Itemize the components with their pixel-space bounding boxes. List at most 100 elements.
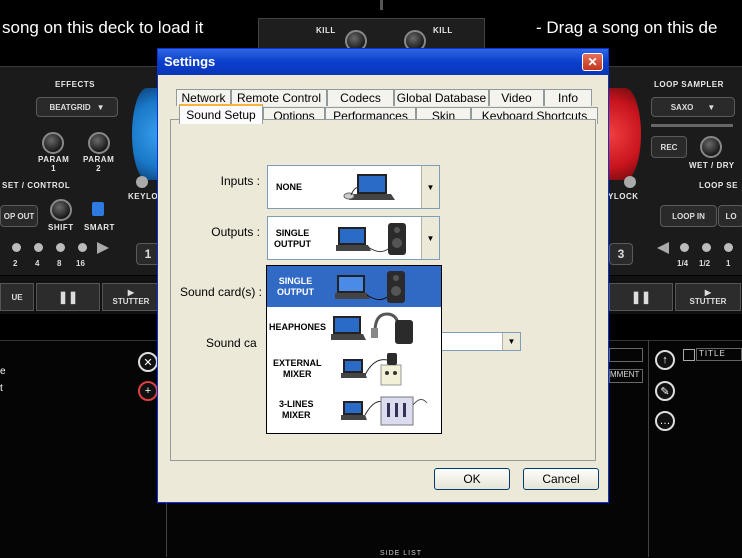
- smart-label: SMART: [84, 223, 115, 232]
- effect-select-value: BEATGRID: [49, 102, 91, 112]
- laptop-speaker-icon: [333, 221, 408, 257]
- tree-item[interactable]: t: [0, 383, 3, 394]
- loop-dot[interactable]: [12, 243, 21, 252]
- inputs-label: Inputs :: [220, 174, 260, 188]
- param1-label: PARAM 1: [38, 155, 70, 173]
- keylock-left-label: KEYLO: [128, 192, 159, 201]
- divider: [380, 0, 383, 10]
- kill-right-label: KILL: [433, 26, 453, 35]
- loop-num: 4: [35, 259, 40, 268]
- chevron-down-icon[interactable]: ▼: [421, 166, 439, 208]
- shift-knob-icon[interactable]: [50, 199, 72, 221]
- option-label: SINGLE OUTPUT: [277, 276, 314, 297]
- pause-button[interactable]: ❚❚: [36, 283, 100, 311]
- comment-column-header[interactable]: MMENT: [609, 369, 643, 383]
- loop-dot[interactable]: [56, 243, 65, 252]
- tab-sound-setup[interactable]: Sound Setup: [179, 104, 263, 124]
- play-icon: ▶: [127, 288, 135, 297]
- param2-label: PARAM 2: [83, 155, 115, 173]
- chevron-down-icon[interactable]: ▼: [421, 217, 439, 259]
- tab-global-database[interactable]: Global Database: [394, 89, 489, 106]
- option-label: EXTERNAL MIXER: [273, 358, 322, 379]
- ok-button[interactable]: OK: [434, 468, 510, 490]
- up-arrow-icon[interactable]: ↑: [655, 350, 675, 370]
- sampler-slider[interactable]: [651, 124, 733, 127]
- outputs-value: SINGLE OUTPUT: [274, 228, 311, 249]
- loop-dot[interactable]: [34, 243, 43, 252]
- keylock-dot-icon[interactable]: [136, 176, 148, 188]
- keylock-dot-icon[interactable]: [624, 176, 636, 188]
- pause-button-right[interactable]: ❚❚: [609, 283, 673, 311]
- loop-num: 16: [76, 259, 85, 268]
- param1-knob-icon[interactable]: [42, 132, 64, 154]
- tab-info[interactable]: Info: [544, 89, 592, 106]
- sampler-select-value: SAXO: [670, 102, 694, 112]
- title-column-header[interactable]: TITLE: [696, 348, 742, 361]
- close-icon: ✕: [587, 55, 598, 69]
- loop-num: 1/4: [677, 259, 689, 268]
- add-icon[interactable]: +: [138, 381, 158, 401]
- settings-dialog: Settings ✕ Network Remote Control Codecs…: [157, 48, 609, 503]
- right-jog-wheel[interactable]: [609, 88, 641, 180]
- cancel-button[interactable]: Cancel: [523, 468, 599, 490]
- back-arrow-icon[interactable]: [657, 242, 669, 254]
- laptop-mixer-icon: [339, 391, 435, 429]
- stutter-button[interactable]: ▶ STUTTER: [102, 283, 160, 311]
- cue-button[interactable]: UE: [0, 283, 34, 311]
- dropdown-option-external-mixer[interactable]: EXTERNAL MIXER: [267, 348, 441, 389]
- control-label: SET / CONTROL: [2, 181, 71, 190]
- wet-dry-knob-icon[interactable]: [700, 136, 722, 158]
- side-list-label[interactable]: SIDE LIST: [380, 550, 422, 557]
- tab-video[interactable]: Video: [489, 89, 544, 106]
- dialog-titlebar[interactable]: [158, 49, 608, 75]
- loop-num: 1/2: [699, 259, 711, 268]
- loop-dot[interactable]: [78, 243, 87, 252]
- laptop-speaker-icon: [332, 269, 407, 305]
- loop-button[interactable]: LO: [718, 205, 742, 227]
- outputs-label: Outputs :: [211, 225, 260, 239]
- dropdown-option-3-lines-mixer[interactable]: 3-LINES MIXER: [267, 389, 441, 430]
- loop-dot[interactable]: [680, 243, 689, 252]
- loop-set-label: LOOP SE: [699, 181, 738, 190]
- right-deck-message: - Drag a song on this de: [536, 18, 718, 37]
- inputs-select[interactable]: NONE ▼: [267, 165, 440, 209]
- dropdown-option-headphones[interactable]: HEAPHONES: [267, 307, 441, 348]
- loop-out-button[interactable]: OP OUT: [0, 205, 38, 227]
- loop-num: 1: [726, 259, 731, 268]
- tree-item[interactable]: e: [0, 366, 6, 377]
- loop-dot[interactable]: [724, 243, 733, 252]
- column-header[interactable]: [609, 348, 643, 362]
- wand-icon[interactable]: ✎: [655, 381, 675, 401]
- param2-knob-icon[interactable]: [88, 132, 110, 154]
- option-label: HEAPHONES: [269, 322, 327, 332]
- tab-codecs[interactable]: Codecs: [327, 89, 394, 106]
- inputs-value: NONE: [276, 182, 303, 192]
- stutter-button-right[interactable]: ▶ STUTTER: [675, 283, 741, 311]
- sampler-select[interactable]: SAXO ▼: [651, 97, 735, 117]
- soundcards-label: Sound card(s) :: [179, 285, 262, 299]
- soundcard-label: Sound ca: [206, 336, 257, 350]
- rec-button[interactable]: REC: [651, 136, 687, 158]
- play-icon: ▶: [704, 288, 712, 297]
- browser-divider: [648, 340, 649, 557]
- stutter-label: STUTTER: [112, 297, 150, 306]
- laptop-mixer-icon: [339, 351, 431, 387]
- dropdown-option-single-output[interactable]: SINGLE OUTPUT: [267, 266, 441, 307]
- fx-icon[interactable]: ✕: [138, 352, 158, 372]
- outputs-select[interactable]: SINGLE OUTPUT ▼: [267, 216, 440, 260]
- kill-left-label: KILL: [316, 26, 336, 35]
- more-icon[interactable]: …: [655, 411, 675, 431]
- loop-num: 8: [57, 259, 62, 268]
- play-arrow-icon[interactable]: [97, 242, 109, 254]
- title-checkbox[interactable]: [683, 349, 695, 361]
- stutter-label: STUTTER: [689, 297, 727, 306]
- loop-in-button[interactable]: LOOP IN: [660, 205, 717, 227]
- close-button[interactable]: ✕: [582, 53, 603, 71]
- keylock-right-label: YLOCK: [608, 192, 639, 201]
- loop-dot[interactable]: [702, 243, 711, 252]
- effect-select[interactable]: BEATGRID ▼: [36, 97, 118, 117]
- loop-num: 2: [13, 259, 18, 268]
- lock-icon[interactable]: [92, 202, 104, 216]
- laptop-icon: [343, 172, 397, 204]
- chevron-down-icon[interactable]: ▼: [502, 333, 520, 350]
